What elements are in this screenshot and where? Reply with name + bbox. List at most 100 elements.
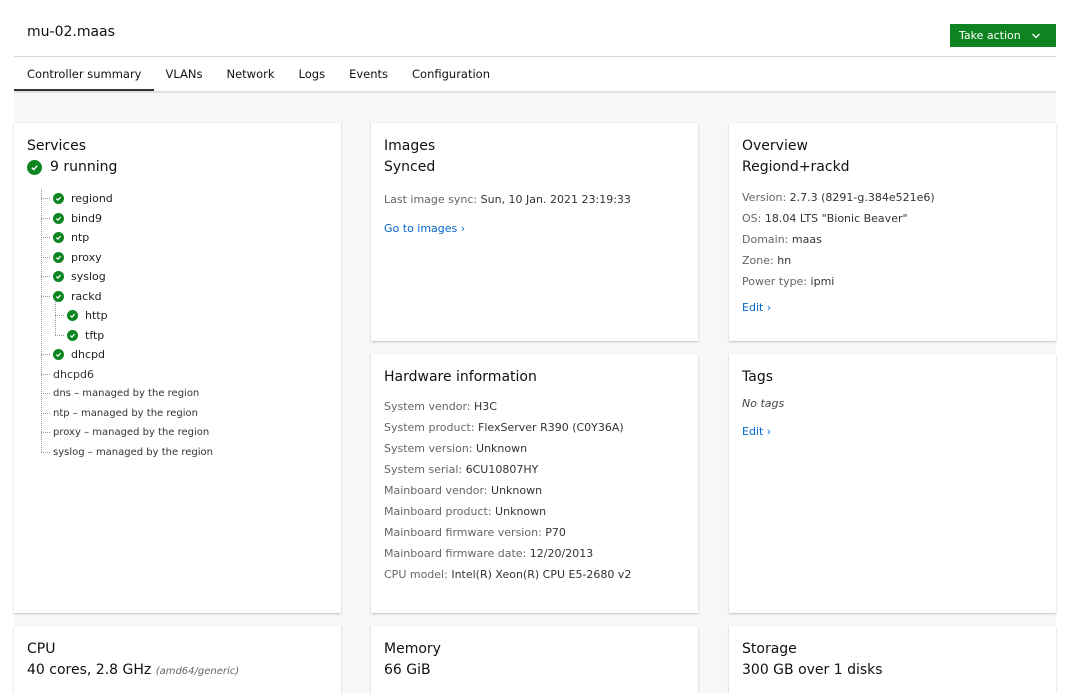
chevron-down-icon xyxy=(1031,33,1040,38)
service-item: dns – managed by the region xyxy=(41,384,328,404)
tab-logs[interactable]: Logs xyxy=(287,57,338,91)
images-title: Images xyxy=(384,138,436,154)
tags-title: Tags xyxy=(742,369,773,385)
hardware-row: System serial: 6CU10807HY xyxy=(384,463,539,476)
service-name: bind9 xyxy=(71,211,102,225)
check-circle-icon xyxy=(53,290,64,302)
service-item: proxy xyxy=(41,248,328,268)
go-to-images-link[interactable]: Go to images › xyxy=(384,222,685,235)
hardware-row: System product: FlexServer R390 (C0Y36A) xyxy=(384,421,624,434)
tab-bar: Controller summary VLANs Network Logs Ev… xyxy=(14,57,502,91)
service-name: dns – managed by the region xyxy=(53,388,200,400)
tags-empty-text: No tags xyxy=(742,397,785,410)
check-circle-icon xyxy=(53,232,64,244)
service-item: syslog – managed by the region xyxy=(41,443,328,463)
hardware-card: Hardware information System vendor: H3C … xyxy=(371,354,698,613)
service-item: syslog xyxy=(41,267,328,287)
check-circle-icon xyxy=(53,193,64,205)
memory-title: Memory xyxy=(384,641,441,657)
overview-row: Zone: hn xyxy=(742,254,792,267)
service-item: dhcpd xyxy=(41,345,328,365)
service-name: regiond xyxy=(71,192,113,206)
service-name: proxy – managed by the region xyxy=(53,427,210,439)
overview-edit-link[interactable]: Edit › xyxy=(742,301,1043,314)
service-subtree: http tftp xyxy=(55,302,328,346)
service-item: ntp xyxy=(41,228,328,248)
cpu-arch: (amd64/generic) xyxy=(155,666,240,677)
tab-events[interactable]: Events xyxy=(337,57,400,91)
page-title: mu-02.maas xyxy=(27,24,115,40)
hardware-row: CPU model: Intel(R) Xeon(R) CPU E5-2680 … xyxy=(384,568,632,581)
overview-title: Overview xyxy=(742,138,808,154)
service-name: dhcpd xyxy=(71,348,105,362)
overview-role: Regiond+rackd xyxy=(742,159,850,175)
tab-controller-summary[interactable]: Controller summary xyxy=(14,57,154,91)
service-item: bind9 xyxy=(41,209,328,229)
service-item: rackd xyxy=(41,287,328,307)
service-name: ntp – managed by the region xyxy=(53,407,198,419)
hardware-row: Mainboard vendor: Unknown xyxy=(384,484,543,497)
check-circle-icon xyxy=(67,310,78,322)
tab-configuration[interactable]: Configuration xyxy=(400,57,502,91)
service-name: rackd xyxy=(71,289,102,303)
last-sync-label: Last image sync: xyxy=(384,193,478,206)
hardware-row: Mainboard firmware date: 12/20/2013 xyxy=(384,547,594,560)
check-circle-icon xyxy=(53,271,64,283)
overview-row: Domain: maas xyxy=(742,233,822,246)
storage-title: Storage xyxy=(742,641,797,657)
controller-summary-panel: Services 9 running regiond bind9 ntp pro… xyxy=(14,93,1056,693)
hardware-title: Hardware information xyxy=(384,369,537,385)
service-name: tftp xyxy=(85,328,105,342)
service-name: dhcpd6 xyxy=(53,367,94,381)
take-action-label: Take action xyxy=(959,29,1021,42)
tags-edit-link[interactable]: Edit › xyxy=(742,425,1043,438)
service-item: regiond xyxy=(41,189,328,209)
storage-card: Storage 300 GB over 1 disks xyxy=(729,626,1056,693)
images-status: Synced xyxy=(384,159,436,175)
service-item: tftp xyxy=(55,326,328,346)
service-item: dhcpd6 xyxy=(41,365,328,385)
hardware-row: System version: Unknown xyxy=(384,442,528,455)
overview-row: OS: 18.04 LTS "Bionic Beaver" xyxy=(742,212,908,225)
last-sync-value: Sun, 10 Jan. 2021 23:19:33 xyxy=(480,193,631,206)
hardware-row: System vendor: H3C xyxy=(384,400,497,413)
service-item: ntp – managed by the region xyxy=(41,404,328,424)
cpu-summary: 40 cores, 2.8 GHz (amd64/generic) xyxy=(27,662,328,678)
cpu-value: 40 cores, 2.8 GHz xyxy=(27,662,152,678)
tags-card: Tags No tags Edit › xyxy=(729,354,1056,613)
cpu-card: CPU 40 cores, 2.8 GHz (amd64/generic) xyxy=(14,626,341,693)
images-last-sync: Last image sync: Sun, 10 Jan. 2021 23:19… xyxy=(384,193,685,206)
hardware-details: System vendor: H3C System product: FlexS… xyxy=(384,396,685,585)
check-circle-icon xyxy=(53,349,64,361)
services-running-count: 9 running xyxy=(50,159,118,175)
hardware-row: Mainboard product: Unknown xyxy=(384,505,547,518)
service-item: http xyxy=(55,306,328,326)
overview-row: Power type: ipmi xyxy=(742,275,835,288)
take-action-button[interactable]: Take action xyxy=(950,24,1056,47)
memory-value: 66 GiB xyxy=(384,662,431,678)
service-name: syslog xyxy=(71,270,106,284)
overview-row: Version: 2.7.3 (8291-g.384e521e6) xyxy=(742,191,935,204)
services-title: Services xyxy=(27,138,87,154)
check-circle-icon xyxy=(27,159,42,175)
hardware-row: Mainboard firmware version: P70 xyxy=(384,526,566,539)
tab-network[interactable]: Network xyxy=(215,57,287,91)
service-name: http xyxy=(85,309,108,323)
memory-card: Memory 66 GiB xyxy=(371,626,698,693)
storage-value: 300 GB over 1 disks xyxy=(742,662,883,678)
cpu-title: CPU xyxy=(27,641,56,657)
overview-card: Overview Regiond+rackd Version: 2.7.3 (8… xyxy=(729,123,1056,341)
services-card: Services 9 running regiond bind9 ntp pro… xyxy=(14,123,341,613)
images-card: Images Synced Last image sync: Sun, 10 J… xyxy=(371,123,698,341)
service-name: syslog – managed by the region xyxy=(53,446,213,458)
services-summary: 9 running xyxy=(27,159,328,175)
overview-details: Version: 2.7.3 (8291-g.384e521e6) OS: 18… xyxy=(742,187,1043,292)
tab-vlans[interactable]: VLANs xyxy=(154,57,215,91)
check-circle-icon xyxy=(53,251,64,263)
check-circle-icon xyxy=(53,212,64,224)
service-name: proxy xyxy=(71,250,102,264)
service-item: proxy – managed by the region xyxy=(41,423,328,443)
check-circle-icon xyxy=(67,329,78,341)
services-tree: regiond bind9 ntp proxy syslog rackd htt… xyxy=(41,189,328,462)
service-name: ntp xyxy=(71,231,90,245)
